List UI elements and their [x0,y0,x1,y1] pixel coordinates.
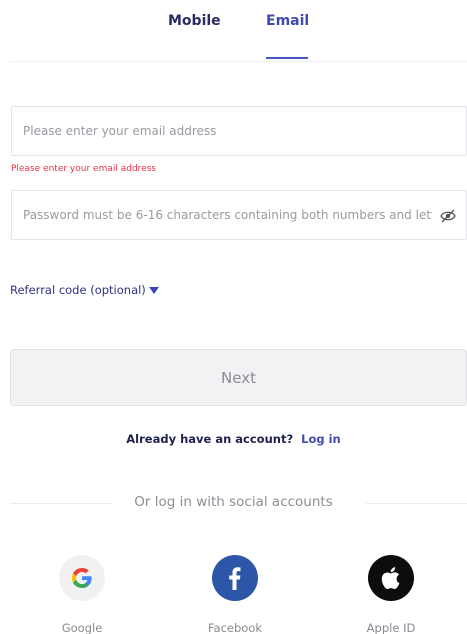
active-tab-indicator [266,57,308,59]
tab-mobile[interactable]: Mobile [168,13,221,29]
apple-login-button[interactable]: Apple ID [351,555,431,634]
referral-code-label: Referral code (optional) [10,283,146,297]
next-button[interactable]: Next [10,349,467,406]
facebook-login-button[interactable]: Facebook [195,555,275,634]
social-divider-label: Or log in with social accounts [134,494,333,510]
email-field-container [11,106,467,156]
apple-icon-circle [368,555,414,601]
facebook-label: Facebook [207,621,263,634]
google-login-button[interactable]: Google [42,555,122,634]
login-question: Already have an account? [126,432,294,446]
email-error-message: Please enter your email address [11,164,157,174]
auth-tabs: Mobile Email [0,0,467,62]
google-label: Google [61,621,103,634]
social-divider: Or log in with social accounts [0,492,467,514]
apple-icon [381,567,400,589]
referral-code-toggle[interactable]: Referral code (optional) [10,283,159,297]
eye-off-icon[interactable] [440,209,456,223]
password-input[interactable] [12,191,466,239]
facebook-icon [229,567,241,590]
tabs-divider [10,61,467,62]
password-field-container [11,190,467,240]
google-icon [72,568,92,588]
google-icon-circle [59,555,105,601]
tab-email[interactable]: Email [266,13,309,29]
login-prompt: Already have an account? Log in [0,432,467,446]
caret-down-icon [148,286,159,294]
email-input[interactable] [12,107,466,155]
divider-line-right [366,503,467,504]
facebook-icon-circle [212,555,258,601]
login-link[interactable]: Log in [301,432,341,446]
apple-label: Apple ID [366,621,416,634]
